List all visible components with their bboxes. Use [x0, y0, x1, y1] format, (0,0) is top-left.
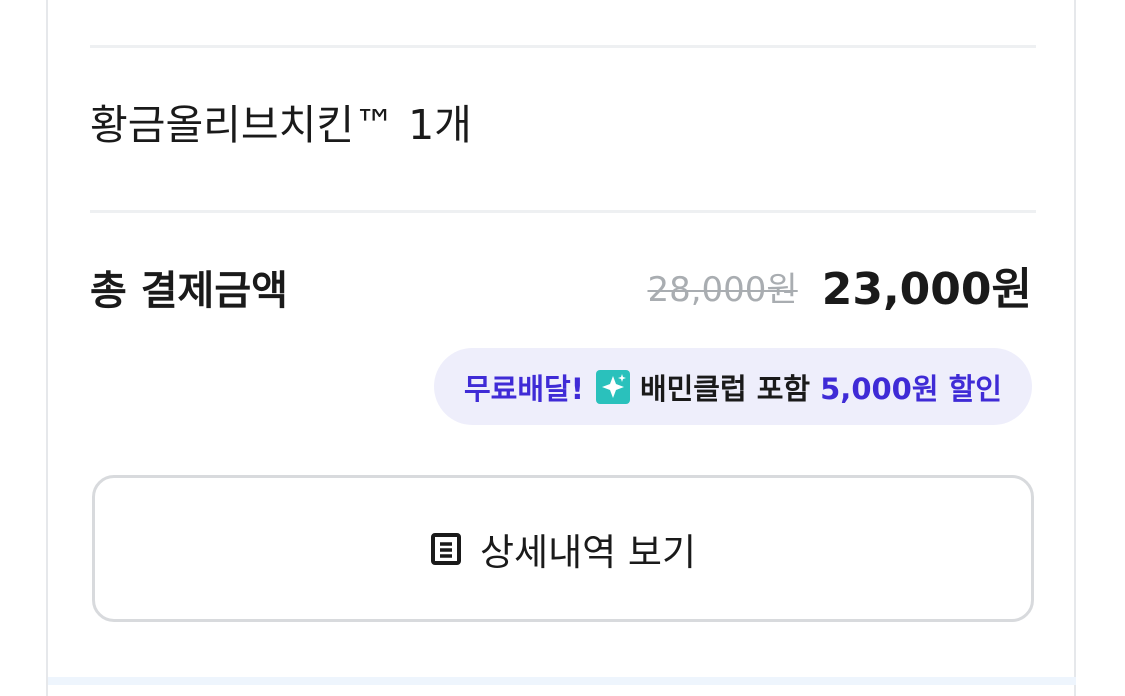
price-row: 28,000원 23,000원 [647, 262, 1032, 318]
order-summary-card: 황금올리브치킨™ 1개 총 결제금액 28,000원 23,000원 무료배달!… [46, 0, 1076, 696]
top-divider [90, 45, 1036, 48]
order-item-name: 황금올리브치킨™ 1개 [90, 101, 472, 149]
next-section-edge [48, 677, 1076, 685]
receipt-list-icon [430, 532, 462, 566]
club-included-text: 배민클럽 포함 [639, 371, 811, 406]
discount-amount-text: 5,000원 할인 [820, 371, 1002, 406]
view-details-label: 상세내역 보기 [479, 530, 696, 574]
item-divider [90, 210, 1036, 213]
baemin-club-sparkle-icon [595, 369, 630, 404]
final-price: 23,000원 [821, 264, 1032, 315]
discount-badge: 무료배달! 배민클럽 포함 5,000원 할인 [433, 348, 1032, 425]
original-price: 28,000원 [647, 270, 798, 310]
total-payment-label: 총 결제금액 [90, 268, 288, 314]
view-details-button[interactable]: 상세내역 보기 [92, 475, 1034, 622]
free-delivery-text: 무료배달! [463, 371, 584, 406]
